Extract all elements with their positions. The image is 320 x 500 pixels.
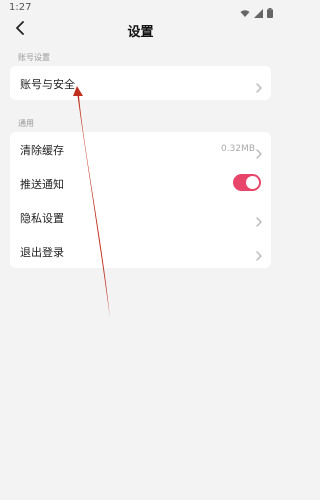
chevron-right-icon bbox=[255, 212, 263, 227]
section-label-account: 账号设置 bbox=[18, 53, 50, 62]
push-notification-toggle[interactable] bbox=[233, 174, 261, 191]
general-card: 清除缓存 0.32MB 推送通知 隐私设置 退出登录 bbox=[10, 132, 271, 268]
page-title: 设置 bbox=[127, 25, 154, 40]
cache-size-value: 0.32MB bbox=[221, 144, 255, 154]
push-notification-item: 推送通知 bbox=[10, 166, 271, 200]
account-security-label: 账号与安全 bbox=[20, 78, 75, 91]
clear-cache-item[interactable]: 清除缓存 0.32MB bbox=[10, 132, 271, 166]
privacy-settings-item[interactable]: 隐私设置 bbox=[10, 200, 271, 234]
chevron-right-icon bbox=[255, 78, 263, 93]
account-card: 账号与安全 bbox=[10, 66, 271, 100]
section-label-general: 通用 bbox=[18, 119, 34, 128]
status-bar: 1:27 bbox=[0, 0, 281, 18]
chevron-right-icon bbox=[255, 246, 263, 261]
logout-item[interactable]: 退出登录 bbox=[10, 234, 271, 268]
account-security-item[interactable]: 账号与安全 bbox=[10, 66, 271, 100]
clear-cache-label: 清除缓存 bbox=[20, 144, 64, 157]
toggle-knob bbox=[246, 176, 259, 189]
chevron-right-icon bbox=[255, 144, 263, 159]
nav-bar: 设置 bbox=[0, 16, 281, 42]
push-notification-label: 推送通知 bbox=[20, 178, 64, 191]
privacy-settings-label: 隐私设置 bbox=[20, 212, 64, 225]
logout-label: 退出登录 bbox=[20, 246, 64, 259]
status-time: 1:27 bbox=[9, 2, 32, 13]
